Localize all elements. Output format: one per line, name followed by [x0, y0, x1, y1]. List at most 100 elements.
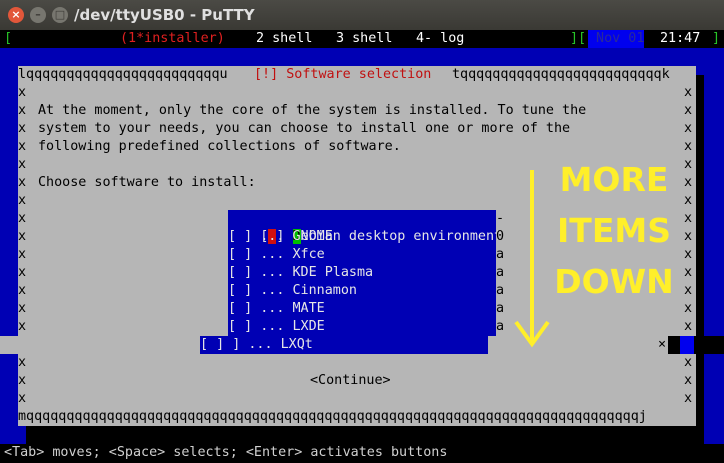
list-item-lxde[interactable]: [ ] ... LXDE: [228, 318, 325, 336]
side-left-char-12: x: [18, 301, 27, 316]
side-left-char-1: x: [18, 103, 27, 118]
side-left-char-8: x: [18, 229, 27, 244]
window-title: /dev/ttyUSB0 - PuTTY: [74, 6, 255, 24]
item-label-mate: ... MATE: [252, 301, 325, 316]
side-right-char-9: x: [684, 247, 693, 262]
choose-prompt: Choose software to install:: [38, 175, 256, 190]
side-left-char-4: x: [18, 157, 27, 172]
screen-bar-left-bracket: [: [4, 31, 13, 46]
dialog-shadow-bottom: [26, 426, 704, 444]
list-item-gnome[interactable]: [ ] ... GNOME: [228, 228, 333, 246]
side-left-char-0: x: [18, 85, 27, 100]
side-right-char-1: x: [684, 103, 693, 118]
screen-window-installer-label: (1*installer): [120, 31, 225, 46]
dialog-frame-top-right: tqqqqqqqqqqqqqqqqqqqqqqqqqk: [452, 67, 670, 82]
checkbox-lxde[interactable]: [ ]: [228, 319, 252, 334]
side-right-char-16: x: [684, 391, 693, 406]
software-list[interactable]: [ ] Debian desktop environment [ ] ... G…: [228, 210, 502, 336]
down-arrow-icon: [514, 170, 550, 348]
screen-window-2[interactable]: 2 shell: [256, 30, 312, 48]
side-left-char-10: x: [18, 265, 27, 280]
screen-window-4[interactable]: 4- log: [416, 30, 464, 48]
list-edge-char-7: a: [496, 319, 505, 334]
side-left-char-13: x: [18, 319, 27, 334]
side-right-char-15: x: [684, 373, 693, 388]
close-window-button[interactable]: ×: [8, 7, 24, 23]
checkbox-mate[interactable]: [ ]: [228, 301, 252, 316]
side-right-char-0: x: [684, 85, 693, 100]
list-item-kde-plasma[interactable]: [ ] ... KDE Plasma: [228, 264, 373, 282]
list-item-lxqt[interactable]: [ ] ] ... LXQt: [200, 336, 488, 354]
side-left-char-7: x: [18, 211, 27, 226]
side-right-char-10: x: [684, 265, 693, 280]
checkbox-xfce[interactable]: [ ]: [228, 247, 252, 262]
window-titlebar: × – □ /dev/ttyUSB0 - PuTTY: [0, 0, 724, 30]
list-edge-char-3: a: [496, 247, 505, 262]
checkbox-lxqt[interactable]: [ ]: [200, 337, 224, 352]
dialog-title: [!] Software selection: [254, 66, 432, 84]
intro-line-2: system to your needs, you can choose to …: [38, 121, 571, 136]
side-left-char-9: x: [18, 247, 27, 262]
glitch-right-block: [668, 336, 724, 354]
list-edge-char-2: 0: [496, 229, 505, 244]
screen-date: Nov 01: [588, 30, 645, 48]
side-left-char-16: x: [18, 391, 27, 406]
side-right-char-5: x: [684, 175, 693, 190]
item-label-kde-plasma: ... KDE Plasma: [252, 265, 374, 280]
annotation-line-more: MORE: [559, 160, 669, 199]
screen-bar-end-bracket: ]: [712, 31, 721, 46]
maximize-window-button[interactable]: □: [52, 7, 68, 23]
item-label-lxde: ... LXDE: [252, 319, 325, 334]
side-right-char-2: x: [684, 121, 693, 136]
item-label-gnome: ... GNOME: [252, 229, 333, 244]
side-left-char-5: x: [18, 175, 27, 190]
continue-button[interactable]: <Continue>: [310, 372, 391, 390]
side-right-char-12: x: [684, 301, 693, 316]
item-label-cinnamon: ... Cinnamon: [252, 283, 357, 298]
dialog-frame-top-left: lqqqqqqqqqqqqqqqqqqqqqqqqu: [18, 67, 228, 82]
side-right-char-7: x: [684, 211, 693, 226]
annotation-line-down: DOWN: [554, 262, 674, 301]
list-edge-char-6: a: [496, 301, 505, 316]
list-item-mate[interactable]: [ ] ... MATE: [228, 300, 325, 318]
dialog-shadow-right: [696, 75, 704, 435]
checkbox-cinnamon[interactable]: [ ]: [228, 283, 252, 298]
list-edge-char-4: a: [496, 265, 505, 280]
list-item-cinnamon[interactable]: [ ] ... Cinnamon: [228, 282, 357, 300]
side-left-char-11: x: [18, 283, 27, 298]
side-right-char-6: x: [684, 193, 693, 208]
screen-bar-mid-brackets: ][: [570, 31, 587, 46]
screen-window-3[interactable]: 3 shell: [336, 30, 392, 48]
keyboard-help-bar: <Tab> moves; <Space> selects; <Enter> ac…: [0, 444, 724, 463]
side-right-char-8: x: [684, 229, 693, 244]
screen-time: 21:47: [660, 31, 701, 46]
minimize-window-button[interactable]: –: [30, 7, 46, 23]
list-item-debian-desktop[interactable]: [ ] Debian desktop environment: [228, 210, 502, 244]
checkbox-kde-plasma[interactable]: [ ]: [228, 265, 252, 280]
list-item-xfce[interactable]: [ ] ... Xfce: [228, 246, 325, 264]
side-left-char-15: x: [18, 373, 27, 388]
checkbox-gnome[interactable]: [ ]: [228, 229, 252, 244]
glitch-left-sliver: [0, 336, 18, 354]
glitch-right-blue: [680, 336, 694, 354]
help-text: <Tab> moves; <Space> selects; <Enter> ac…: [4, 445, 448, 460]
screen-window-bar: [ (1*installer) 2 shell 3 shell 4- log ]…: [0, 30, 724, 48]
list-edge-char-5: a: [496, 283, 505, 298]
side-left-char-14: x: [18, 355, 27, 370]
side-right-char-3: x: [684, 139, 693, 154]
list-edge-char-1: -: [496, 211, 505, 226]
side-right-char-13: x: [684, 319, 693, 334]
side-right-char-14: x: [684, 355, 693, 370]
stray-x: ×: [658, 337, 667, 352]
intro-line-1: At the moment, only the core of the syst…: [38, 103, 587, 118]
side-left-char-3: x: [18, 139, 27, 154]
side-right-char-11: x: [684, 283, 693, 298]
intro-line-3: following predefined collections of soft…: [38, 139, 401, 154]
item-label-xfce: ... Xfce: [252, 247, 325, 262]
annotation-line-items: ITEMS: [557, 211, 671, 250]
right-gutter: [704, 66, 724, 444]
dialog-frame-bottom: mqqqqqqqqqqqqqqqqqqqqqqqqqqqqqqqqqqqqqqq…: [18, 409, 647, 424]
side-left-char-6: x: [18, 193, 27, 208]
item-label-lxqt: ... LXQt: [240, 337, 313, 352]
side-left-char-2: x: [18, 121, 27, 136]
